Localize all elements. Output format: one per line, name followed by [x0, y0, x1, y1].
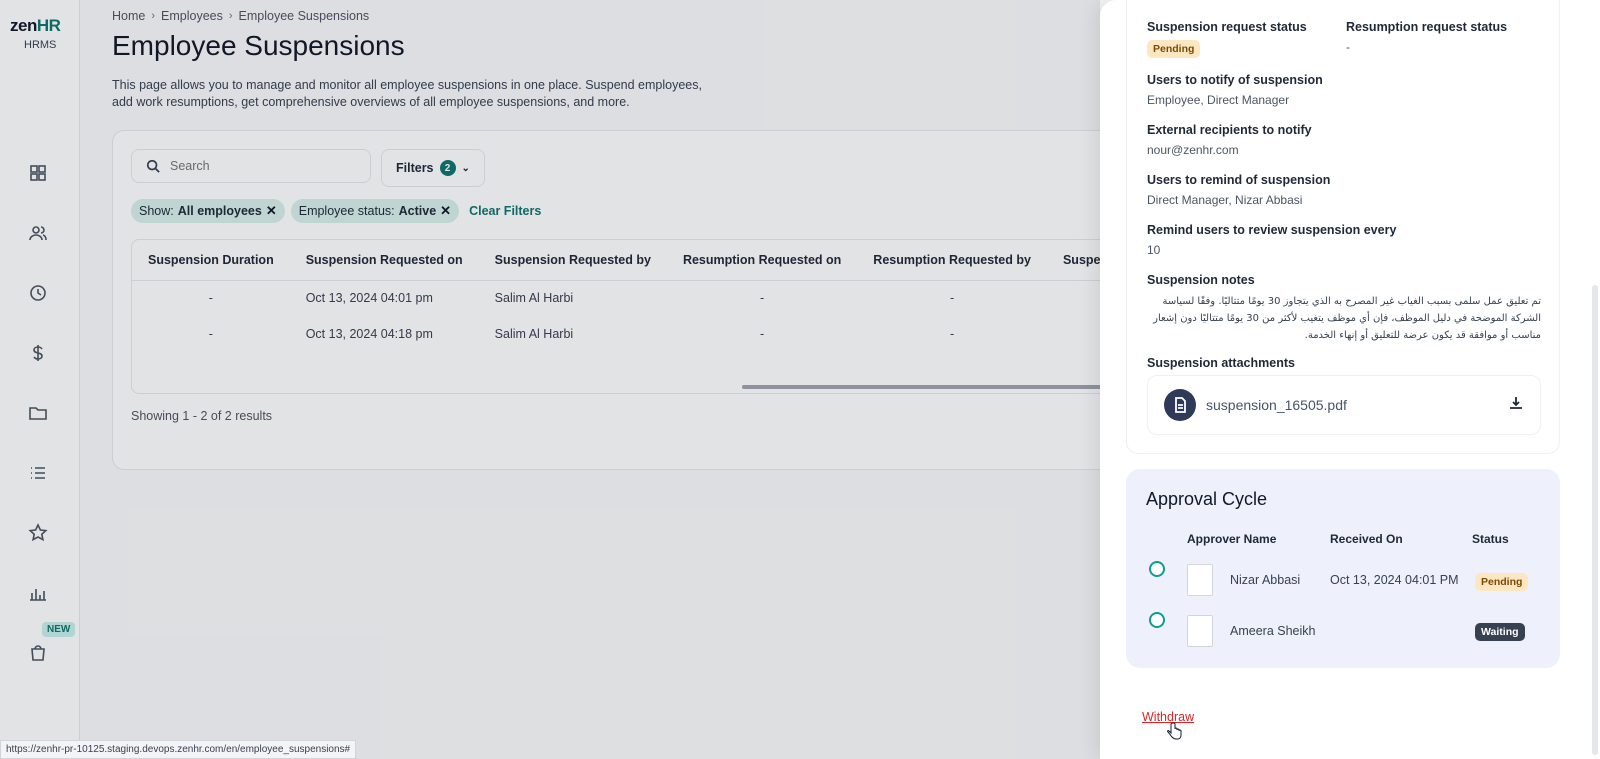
remind-label: Users to remind of suspension	[1147, 173, 1331, 187]
approver-name: Nizar Abbasi	[1230, 573, 1301, 587]
suspension-details-drawer: Suspension request status Pending Resump…	[1100, 0, 1600, 759]
status-header: Status	[1472, 532, 1509, 546]
suspension-status-label: Suspension request status	[1147, 20, 1307, 34]
suspension-details-card: Suspension request status Pending Resump…	[1126, 0, 1560, 454]
suspension-notes-text: تم تعليق عمل سلمى بسبب الغياب غير المصرح…	[1153, 296, 1541, 341]
suspension-notes-label: Suspension notes	[1147, 273, 1255, 287]
resumption-status-label: Resumption request status	[1346, 20, 1508, 34]
remind-every-value: 10	[1147, 243, 1161, 257]
attachment-item[interactable]: suspension_16505.pdf	[1147, 375, 1541, 435]
approval-step-radio	[1149, 612, 1165, 628]
hand-cursor-icon	[1167, 722, 1182, 740]
download-icon[interactable]	[1508, 395, 1524, 416]
approval-cycle-card: Approval Cycle Approver Name Received On…	[1126, 469, 1560, 668]
received-on-header: Received On	[1330, 532, 1403, 546]
approver-name-header: Approver Name	[1187, 532, 1277, 546]
approver-received-on: Oct 13, 2024 04:01 PM	[1330, 573, 1459, 587]
avatar	[1187, 564, 1213, 596]
external-recipients-value: nour@zenhr.com	[1147, 143, 1239, 157]
remind-every-label: Remind users to review suspension every	[1147, 223, 1397, 237]
approval-cycle-title: Approval Cycle	[1146, 489, 1268, 509]
notify-label: Users to notify of suspension	[1147, 73, 1323, 87]
approver-name: Ameera Sheikh	[1230, 624, 1316, 638]
remind-value: Direct Manager, Nizar Abbasi	[1147, 193, 1303, 207]
status-bar-url: https://zenhr-pr-10125.staging.devops.ze…	[0, 740, 357, 759]
status-badge: Waiting	[1475, 623, 1525, 641]
approval-step-radio	[1149, 561, 1165, 577]
attachment-name[interactable]: suspension_16505.pdf	[1206, 397, 1347, 413]
notify-value: Employee, Direct Manager	[1147, 93, 1290, 107]
external-recipients-label: External recipients to notify	[1147, 123, 1312, 137]
document-icon	[1164, 389, 1196, 421]
avatar	[1187, 615, 1213, 647]
vertical-scrollbar[interactable]	[1592, 285, 1598, 755]
attachments-label: Suspension attachments	[1147, 356, 1295, 370]
status-badge: Pending	[1475, 573, 1529, 591]
resumption-status-value: -	[1346, 40, 1350, 54]
status-badge: Pending	[1147, 40, 1201, 58]
modal-backdrop[interactable]	[0, 0, 1100, 759]
